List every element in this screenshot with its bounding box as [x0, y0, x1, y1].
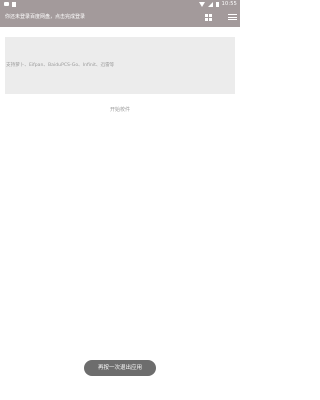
- grid-cell: [208, 17, 212, 21]
- signal-icon: [207, 1, 213, 7]
- app-bar: 你还未登录百度网盘，点击完成登录: [0, 8, 240, 27]
- menu-line: [228, 19, 237, 20]
- status-left-group: [4, 0, 16, 8]
- battery-icon: [215, 1, 219, 7]
- login-prompt[interactable]: 你还未登录百度网盘，点击完成登录: [5, 8, 85, 27]
- grid-icon[interactable]: [204, 13, 212, 21]
- exit-toast: 再按一次退出应用: [84, 360, 156, 376]
- wifi-icon: [198, 1, 205, 7]
- status-clock: 10:55: [221, 1, 237, 7]
- sim-icon: [12, 1, 16, 7]
- notification-icon: [4, 2, 9, 6]
- link-input-hint: 支持萝卜、Eifpan、BaiduPCS-Go、Infinit、迅雷等: [6, 63, 115, 68]
- menu-line: [228, 16, 237, 18]
- status-right-group: 10:55: [198, 0, 237, 8]
- grid-cell: [204, 13, 208, 17]
- link-input-area[interactable]: 支持萝卜、Eifpan、BaiduPCS-Go、Infinit、迅雷等: [5, 37, 235, 94]
- menu-icon[interactable]: [228, 13, 237, 21]
- start-button[interactable]: 开始校件: [98, 104, 142, 116]
- grid-cell: [204, 17, 208, 21]
- grid-cell: [208, 13, 212, 17]
- screen: 10:55 你还未登录百度网盘，点击完成登录 支持萝卜、Eifpan、Baidu…: [0, 0, 240, 400]
- status-bar: 10:55: [0, 0, 240, 8]
- menu-line: [228, 14, 237, 15]
